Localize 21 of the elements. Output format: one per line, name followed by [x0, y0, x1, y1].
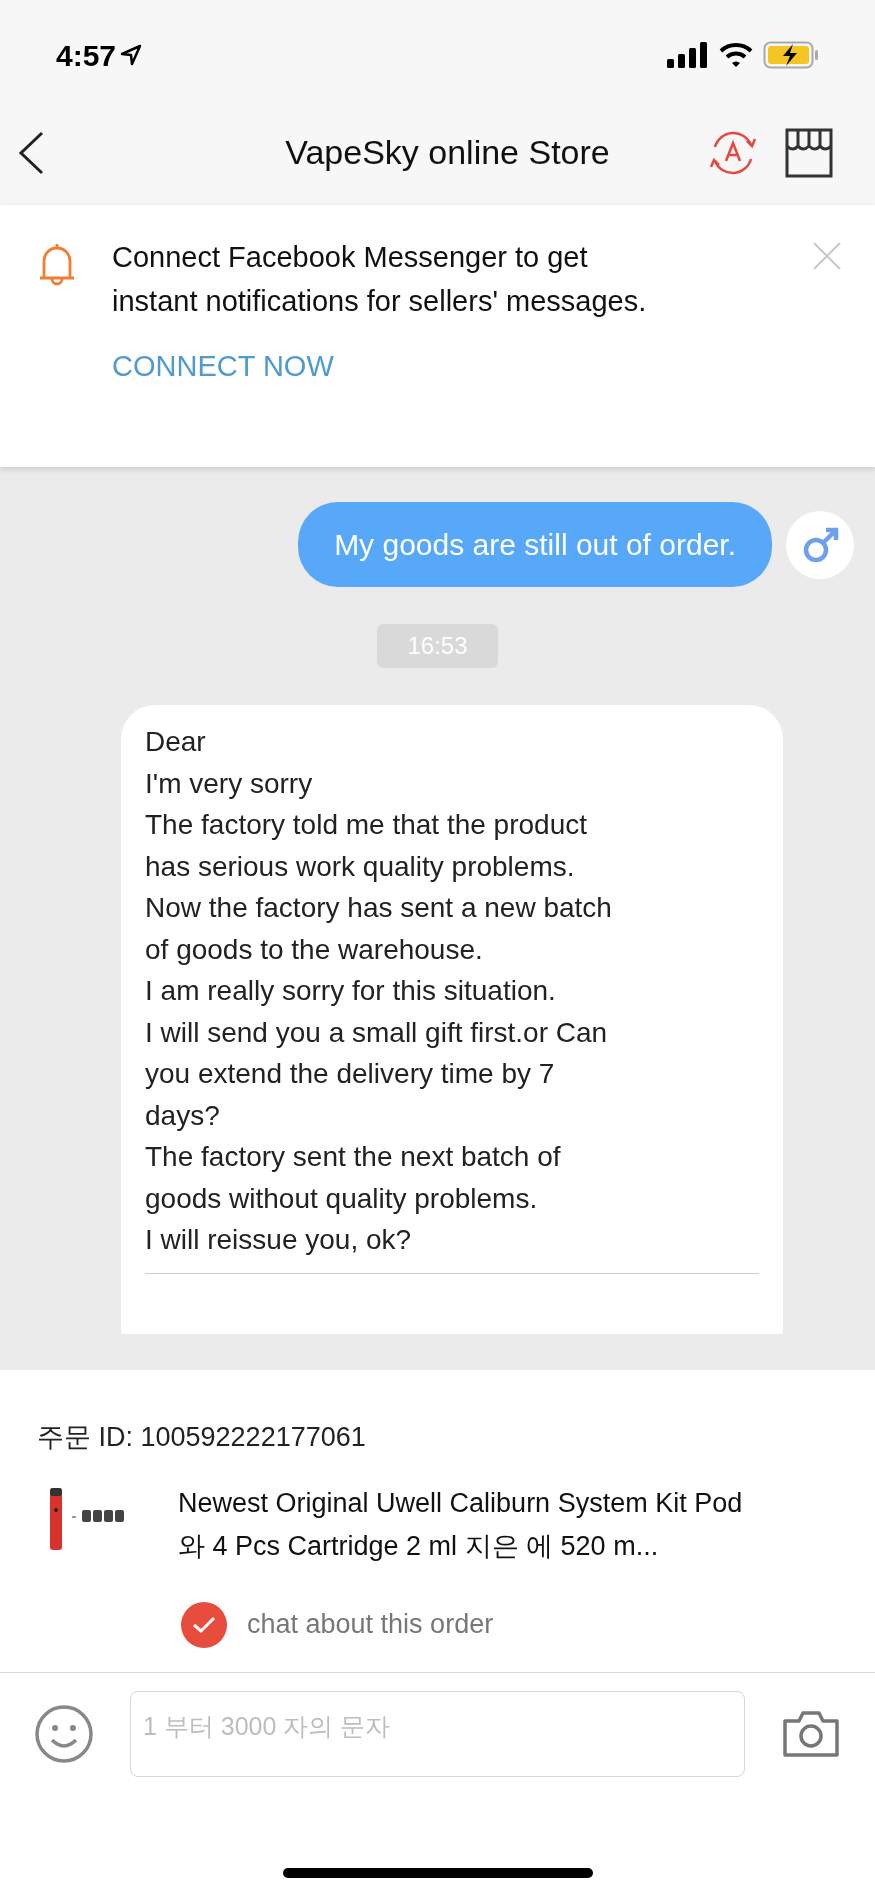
received-message-bubble: Dear I'm very sorry The factory told me that the product has serious work quality problems. Now the factory has sent a new batch of goods to the warehouse. I am really sorry for this situation. I will send you a small gift first.or Can you extend the delivery time by 7 days? The factory sent the next batch of goods without quality problems. I will reissue you, ok? [121, 705, 783, 1334]
wifi-icon [719, 42, 753, 68]
emoji-icon[interactable] [34, 1703, 94, 1764]
product-title: Newest Original Uwell Caliburn System Kit Pod 와 4 Pcs Cartridge 2 ml 지은 에 520 m... [178, 1486, 744, 1563]
storefront-icon[interactable] [785, 127, 833, 178]
chat-about-order-label: chat about this order [247, 1608, 494, 1642]
message-input-field[interactable]: 1 부터 3000 자의 문자 [130, 1690, 745, 1777]
checkmark-icon [192, 1615, 216, 1634]
order-checkbox[interactable] [181, 1601, 227, 1648]
status-time: 4:57 [56, 37, 117, 74]
connect-now-link[interactable]: CONNECT NOW [112, 345, 334, 389]
messenger-notice: Connect Facebook Messenger to get instant notifications for sellers' messages. [112, 240, 648, 319]
bell-icon [38, 241, 76, 287]
male-avatar-icon [786, 510, 854, 579]
store-title: VapeSky online Store [285, 132, 610, 173]
location-arrow-icon [120, 44, 143, 66]
order-id: 주문 ID: 100592222177061 [36, 1421, 367, 1454]
signal-icon [667, 42, 709, 68]
camera-icon[interactable] [781, 1708, 841, 1759]
battery-charging-icon [763, 41, 819, 69]
sent-message-bubble: My goods are still out of order. [298, 502, 772, 587]
